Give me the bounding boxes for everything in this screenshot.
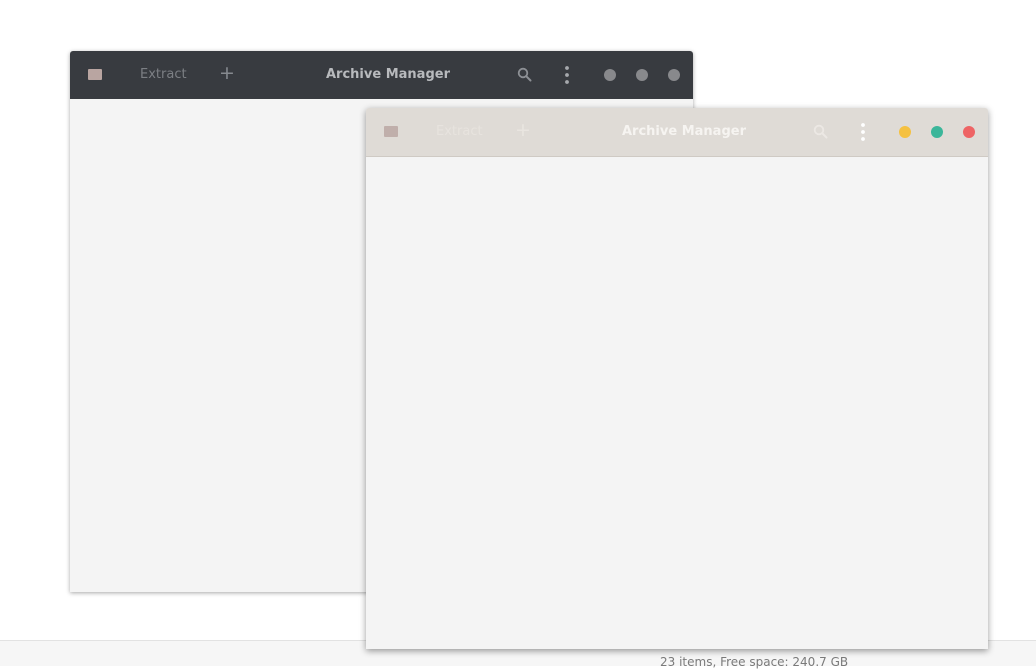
window-title: Archive Manager xyxy=(326,67,450,82)
minimize-icon[interactable] xyxy=(899,126,911,138)
minimize-icon[interactable] xyxy=(604,69,616,81)
window-title: Archive Manager xyxy=(622,124,746,139)
header-bar[interactable]: Extract + Archive Manager xyxy=(70,51,693,99)
maximize-icon[interactable] xyxy=(931,126,943,138)
search-icon[interactable] xyxy=(813,124,828,139)
header-bar[interactable]: Extract + Archive Manager xyxy=(366,108,988,157)
status-text: 23 items, Free space: 240.7 GB xyxy=(660,655,849,669)
extract-button[interactable]: Extract xyxy=(436,124,483,139)
menu-icon[interactable] xyxy=(564,65,570,85)
menu-icon[interactable] xyxy=(860,122,866,142)
search-icon[interactable] xyxy=(517,67,532,82)
archive-app-icon xyxy=(384,126,398,137)
maximize-icon[interactable] xyxy=(636,69,648,81)
add-files-button[interactable]: + xyxy=(515,118,531,142)
archive-app-icon xyxy=(88,69,102,80)
add-files-button[interactable]: + xyxy=(219,61,235,85)
extract-button[interactable]: Extract xyxy=(140,67,187,82)
archive-content-area[interactable] xyxy=(366,157,988,649)
close-icon[interactable] xyxy=(668,69,680,81)
archive-manager-window-front[interactable]: Extract + Archive Manager xyxy=(366,108,988,649)
close-icon[interactable] xyxy=(963,126,975,138)
